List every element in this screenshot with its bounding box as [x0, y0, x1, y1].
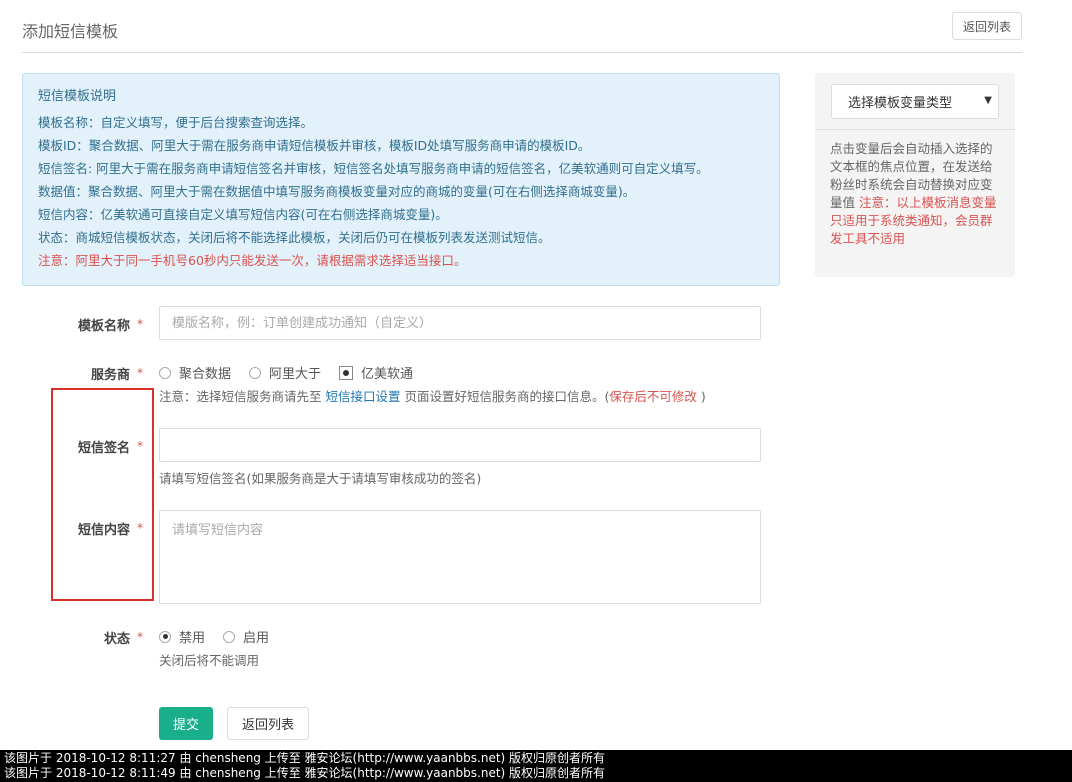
status-radio-group: 禁用 启用: [159, 627, 287, 646]
template-name-label: 模板名称: [77, 319, 130, 334]
status-help-text: 关闭后将不能调用: [159, 653, 260, 668]
required-mark: *: [137, 366, 143, 380]
instructions-title: 短信模板说明: [38, 89, 117, 104]
provider-help-warning: 保存后不可修改: [609, 389, 697, 404]
back-to-list-bottom-button[interactable]: 返回列表: [227, 707, 309, 740]
radio-icon[interactable]: [223, 630, 236, 643]
variable-help-text: 点击变量后会自动插入选择的文本框的焦点位置，在发送给粉丝时系统会自动替换对应变量…: [830, 140, 1002, 248]
instruction-line: 模板名称：自定义填写，便于后台搜索查询选择。: [38, 115, 314, 130]
radio-icon[interactable]: [159, 366, 171, 379]
instruction-line: 模板ID：聚合数据、阿里大于需在服务商申请短信模板并审核，模板ID处填写服务商申…: [38, 138, 591, 153]
status-option-label: 启用: [243, 631, 270, 646]
variable-type-select[interactable]: 选择模板变量类型 ▼: [831, 84, 999, 119]
provider-label: 服务商: [90, 368, 130, 383]
provider-option-alidayu[interactable]: 阿里大于: [249, 363, 321, 382]
sms-interface-settings-link[interactable]: 短信接口设置: [325, 389, 400, 404]
watermark-line: 该图片于 2018-10-12 8:11:49 由 chensheng 上传至 …: [4, 766, 606, 780]
side-panel-divider: [815, 129, 1015, 130]
provider-option-juhe[interactable]: 聚合数据: [159, 363, 231, 382]
signature-help-text: 请填写短信签名(如果服务商是大于请填写审核成功的签名): [159, 471, 482, 486]
submit-button[interactable]: 提交: [159, 707, 213, 740]
instruction-line: 状态：商城短信模板状态，关闭后将不能选择此模板，关闭后仍可在模板列表发送测试短信…: [38, 230, 551, 245]
variable-side-panel: 选择模板变量类型 ▼ 点击变量后会自动插入选择的文本框的焦点位置，在发送给粉丝时…: [815, 73, 1015, 277]
watermark-line: 该图片于 2018-10-12 8:11:27 由 chensheng 上传至 …: [4, 751, 606, 765]
provider-radio-group: 聚合数据 阿里大于 亿美软通: [159, 363, 431, 382]
page-title: 添加短信模板: [22, 22, 119, 41]
radio-selected-icon[interactable]: [339, 365, 354, 380]
instruction-warning: 注意：阿里大于同一手机号60秒内只能发送一次，请根据需求选择适当接口。: [38, 253, 467, 268]
provider-help-text: 注意：选择短信服务商请先至 短信接口设置 页面设置好短信服务商的接口信息。(保存…: [159, 386, 706, 405]
status-option-label: 禁用: [179, 631, 206, 646]
annotation-highlight-box: [51, 388, 154, 601]
provider-option-label: 亿美软通: [361, 367, 414, 382]
radio-icon[interactable]: [249, 366, 262, 379]
provider-option-label: 阿里大于: [269, 367, 322, 382]
variable-type-select-label: 选择模板变量类型: [848, 96, 953, 111]
page-header: 添加短信模板 返回列表: [22, 0, 1022, 53]
sms-content-textarea[interactable]: [159, 510, 761, 604]
provider-help-middle: 页面设置好短信服务商的接口信息。(: [400, 389, 610, 404]
provider-option-yimei[interactable]: 亿美软通: [339, 363, 413, 382]
status-option-enabled[interactable]: 启用: [223, 627, 269, 646]
radio-selected-icon[interactable]: [159, 630, 171, 643]
instruction-line: 数据值：聚合数据、阿里大于需在数据值中填写服务商模板变量对应的商城的变量(可在右…: [38, 184, 636, 199]
status-option-disabled[interactable]: 禁用: [159, 627, 205, 646]
template-instructions-panel: 短信模板说明 模板名称：自定义填写，便于后台搜索查询选择。 模板ID：聚合数据、…: [22, 73, 780, 286]
upload-watermark-bar: 该图片于 2018-10-12 8:11:27 由 chensheng 上传至 …: [0, 750, 1072, 782]
variable-help-warning: 注意：以上模板消息变量只适用于系统类通知，会员群发工具不适用: [830, 195, 997, 246]
required-mark: *: [137, 317, 143, 331]
required-mark: *: [137, 630, 143, 644]
provider-help-prefix: 注意：选择短信服务商请先至: [159, 389, 326, 404]
instruction-line: 短信签名: 阿里大于需在服务商申请短信签名并审核，短信签名处填写服务商申请的短信…: [38, 161, 709, 176]
provider-option-label: 聚合数据: [179, 367, 232, 382]
provider-help-suffix: ): [696, 389, 706, 404]
instruction-line: 短信内容：亿美软通可直接自定义填写短信内容(可在右侧选择商城变量)。: [38, 207, 448, 222]
status-label: 状态: [103, 632, 130, 647]
signature-input[interactable]: [159, 428, 761, 462]
back-to-list-button[interactable]: 返回列表: [952, 12, 1022, 40]
template-name-input[interactable]: [159, 306, 761, 340]
chevron-down-icon: ▼: [984, 95, 992, 106]
